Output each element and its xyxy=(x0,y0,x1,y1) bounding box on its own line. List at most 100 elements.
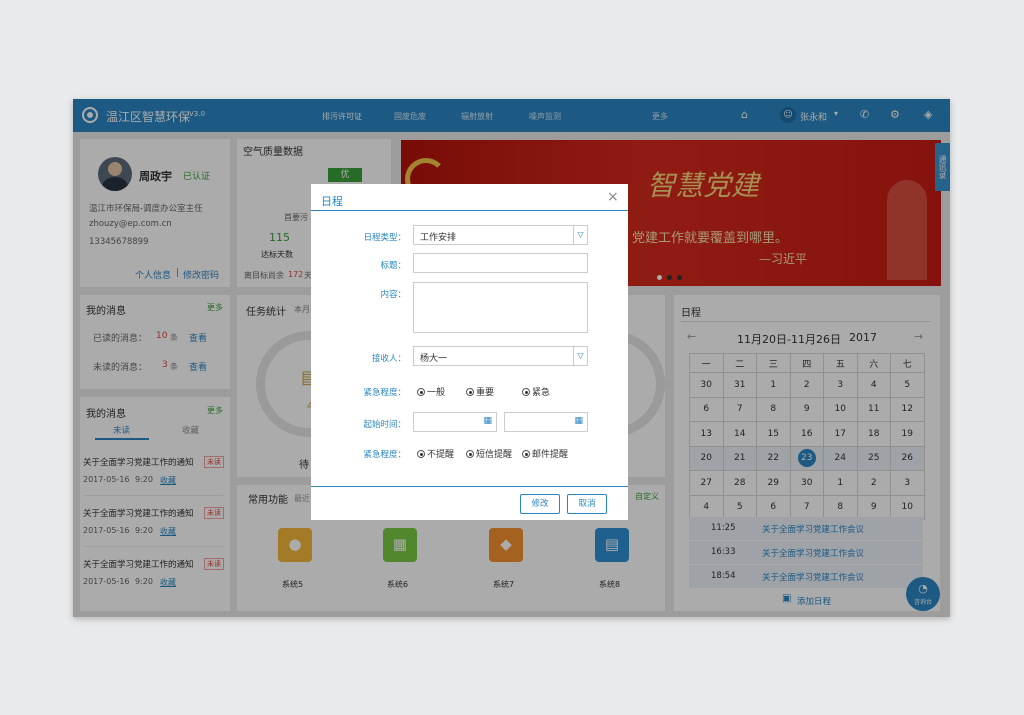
change-password-link[interactable]: 修改密码 xyxy=(183,268,219,281)
calendar-day[interactable]: 2 xyxy=(789,372,824,398)
calendar-day[interactable]: 8 xyxy=(756,396,791,422)
calendar-day[interactable]: 29 xyxy=(756,470,791,496)
calendar-day[interactable]: 5 xyxy=(722,494,757,520)
calendar-day[interactable]: 13 xyxy=(689,421,724,447)
calendar-day[interactable]: 8 xyxy=(823,494,858,520)
close-icon[interactable]: × xyxy=(607,189,619,205)
next-week-arrow[interactable]: → xyxy=(914,330,923,343)
calendar-day[interactable]: 14 xyxy=(722,421,757,447)
calendar-day[interactable]: 28 xyxy=(722,470,757,496)
calendar-day[interactable]: 1 xyxy=(756,372,791,398)
receiver-select[interactable]: 杨大一 ▽ xyxy=(413,346,588,366)
phone-icon[interactable]: ✆ xyxy=(860,108,869,121)
app-tile-8[interactable]: ▤ xyxy=(595,528,629,562)
modify-button[interactable]: 修改 xyxy=(520,494,560,514)
prev-week-arrow[interactable]: ← xyxy=(687,330,696,343)
calendar-day[interactable]: 9 xyxy=(789,396,824,422)
chevron-down-icon[interactable]: ▽ xyxy=(573,347,587,365)
calendar-day[interactable]: 5 xyxy=(890,372,925,398)
user-name[interactable]: 张永和 xyxy=(800,110,827,123)
carousel-dot[interactable] xyxy=(657,275,662,280)
calendar-day[interactable]: 31 xyxy=(722,372,757,398)
personal-info-link[interactable]: 个人信息 xyxy=(135,268,171,281)
calendar-day[interactable]: 18 xyxy=(856,421,891,447)
app-tile-7[interactable]: ◆ xyxy=(489,528,523,562)
calendar-day[interactable]: 16 xyxy=(789,421,824,447)
calendar-day[interactable]: 30 xyxy=(689,372,724,398)
calendar-day[interactable]: 10 xyxy=(890,494,925,520)
calendar-day[interactable]: 22 xyxy=(756,445,791,471)
nav-tab-permit[interactable]: 排污许可证 xyxy=(322,111,362,122)
urgency-option-normal[interactable]: 一般 xyxy=(417,385,445,398)
app-label[interactable]: 系统6 xyxy=(387,579,408,590)
favorite-link[interactable]: 收藏 xyxy=(160,475,176,486)
customize-link[interactable]: 自定义 xyxy=(635,491,659,502)
user-icon[interactable]: ☺ xyxy=(780,107,796,123)
app-label[interactable]: 系统8 xyxy=(599,579,620,590)
carousel-dot[interactable] xyxy=(677,275,682,280)
calendar-day[interactable]: 7 xyxy=(722,396,757,422)
calendar-day[interactable]: 21 xyxy=(722,445,757,471)
messages-list-more[interactable]: 更多 xyxy=(207,405,223,416)
calendar-day[interactable]: 2 xyxy=(856,470,891,496)
calendar-day[interactable]: 26 xyxy=(890,445,925,471)
calendar-day[interactable]: 10 xyxy=(823,396,858,422)
calendar-day[interactable]: 4 xyxy=(689,494,724,520)
reminder-option-none[interactable]: 不提醒 xyxy=(417,447,454,460)
calendar-day[interactable]: 15 xyxy=(756,421,791,447)
task-stats-period[interactable]: 本月 xyxy=(294,304,310,315)
calendar-day[interactable]: 30 xyxy=(789,470,824,496)
message-title[interactable]: 关于全面学习党建工作的通知 xyxy=(83,558,194,570)
layers-icon[interactable]: ◈ xyxy=(924,108,932,121)
calendar-day[interactable]: 24 xyxy=(823,445,858,471)
calendar-day[interactable]: 4 xyxy=(856,372,891,398)
reminder-option-sms[interactable]: 短信提醒 xyxy=(466,447,512,460)
schedule-item[interactable]: 11:25 关于全面学习党建工作会议 xyxy=(689,517,923,540)
calendar-day[interactable]: 27 xyxy=(689,470,724,496)
messages-summary-more[interactable]: 更多 xyxy=(207,302,223,313)
tab-unread[interactable]: 未读 xyxy=(113,424,130,436)
favorite-link[interactable]: 收藏 xyxy=(160,526,176,537)
consult-button[interactable]: ◔ 咨询台 xyxy=(906,577,940,611)
calendar-icon[interactable]: ▦ xyxy=(574,416,583,426)
urgency-option-urgent[interactable]: 紧急 xyxy=(522,385,550,398)
content-textarea[interactable] xyxy=(413,282,588,333)
schedule-type-select[interactable]: 工作安排 ▽ xyxy=(413,225,588,245)
nav-tab-waste[interactable]: 固废危废 xyxy=(394,111,426,122)
schedule-item[interactable]: 18:54 关于全面学习党建工作会议 xyxy=(689,565,923,588)
calendar-day[interactable]: 20 xyxy=(689,445,724,471)
app-label[interactable]: 系统5 xyxy=(282,579,303,590)
calendar-day[interactable]: 7 xyxy=(789,494,824,520)
home-icon[interactable]: ⌂ xyxy=(741,108,748,121)
chevron-down-icon[interactable]: ▾ xyxy=(834,109,838,118)
nav-tab-noise[interactable]: 噪声监测 xyxy=(529,111,561,122)
chevron-down-icon[interactable]: ▽ xyxy=(573,226,587,244)
view-unread-link[interactable]: 查看 xyxy=(189,360,207,373)
calendar-day[interactable]: 25 xyxy=(856,445,891,471)
nav-tab-radiation[interactable]: 辐射放射 xyxy=(461,111,493,122)
carousel-dot[interactable] xyxy=(667,275,672,280)
title-input[interactable] xyxy=(413,253,588,273)
calendar-day[interactable]: 11 xyxy=(856,396,891,422)
app-label[interactable]: 系统7 xyxy=(493,579,514,590)
add-schedule-button[interactable]: 添加日程 xyxy=(797,595,831,607)
gear-icon[interactable]: ⚙ xyxy=(890,108,900,121)
calendar-day[interactable]: 19 xyxy=(890,421,925,447)
calendar-day[interactable]: 6 xyxy=(689,396,724,422)
calendar-day[interactable]: 17 xyxy=(823,421,858,447)
calendar-day-today[interactable]: 23 xyxy=(789,445,824,471)
end-time-input[interactable]: ▦ xyxy=(504,412,588,432)
app-tile-5[interactable]: ● xyxy=(278,528,312,562)
cancel-button[interactable]: 取消 xyxy=(567,494,607,514)
calendar-day[interactable]: 3 xyxy=(823,372,858,398)
message-title[interactable]: 关于全面学习党建工作的通知 xyxy=(83,456,194,468)
calendar-icon[interactable]: ▦ xyxy=(483,416,492,426)
start-time-input[interactable]: ▦ xyxy=(413,412,497,432)
contacts-side-tab[interactable]: 通讯录 xyxy=(935,143,950,191)
calendar-day[interactable]: 12 xyxy=(890,396,925,422)
schedule-item[interactable]: 16:33 关于全面学习党建工作会议 xyxy=(689,541,923,564)
tab-favorites[interactable]: 收藏 xyxy=(182,424,199,436)
calendar-day[interactable]: 1 xyxy=(823,470,858,496)
view-read-link[interactable]: 查看 xyxy=(189,331,207,344)
nav-tab-more[interactable]: 更多 xyxy=(652,111,668,122)
